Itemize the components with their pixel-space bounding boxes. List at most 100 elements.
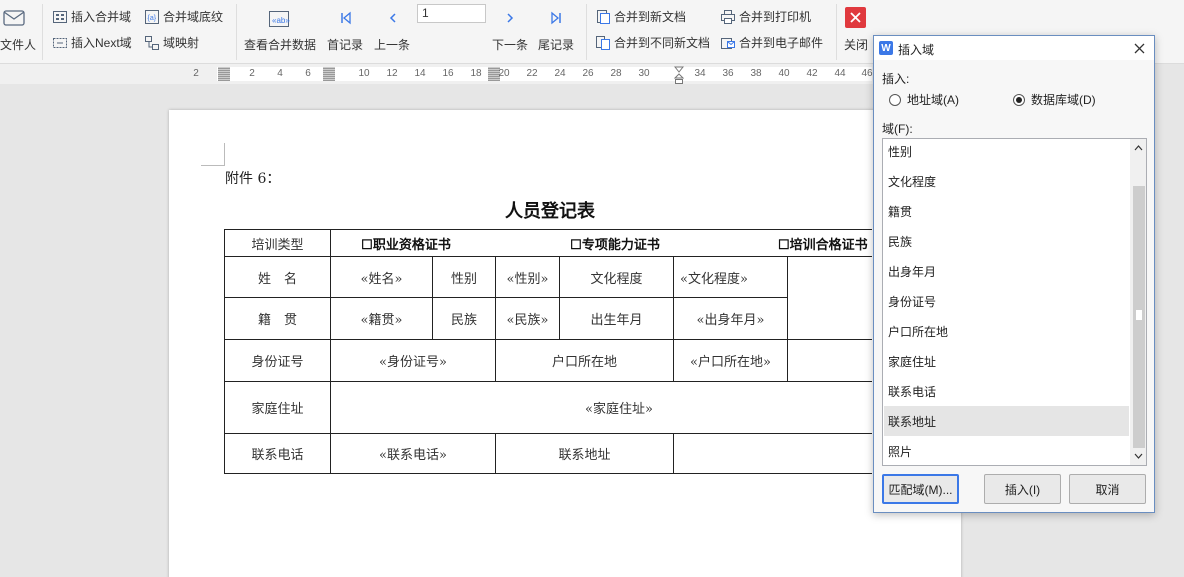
crop-mark [224, 143, 225, 166]
radio-dot [889, 93, 901, 106]
dialog-close-button[interactable] [1129, 38, 1149, 58]
ruler-tick: 40 [778, 68, 790, 79]
training-type-label: 培训类型 [251, 237, 304, 253]
dialog-titlebar[interactable]: W 插入域 [874, 36, 1154, 60]
field-item[interactable]: 身份证号 [884, 286, 1129, 316]
prev-record-icon[interactable] [385, 10, 401, 26]
view-merged-data-button[interactable]: 查看合并数据 [244, 36, 316, 53]
merge-to-email-button[interactable]: 合并到电子邮件 [720, 34, 823, 51]
field-item[interactable]: 出身年月 [884, 256, 1129, 286]
match-fields-button[interactable]: 匹配域(M)... [882, 474, 959, 504]
ruler-tick: 18 [470, 68, 482, 79]
database-field-radio[interactable]: 数据库域(D) [1013, 91, 1096, 108]
scroll-down-icon[interactable] [1130, 448, 1146, 464]
gender-merge-field[interactable]: «性别» [496, 257, 559, 297]
svg-text:«ab»: «ab» [272, 16, 290, 25]
address-field-radio[interactable]: 地址域(A) [889, 91, 959, 108]
field-item[interactable]: 性别 [884, 139, 1129, 166]
education-label: 文化程度 [590, 271, 643, 287]
insert-merge-field-button[interactable]: 插入合并域 [52, 8, 131, 25]
wps-writer-icon: W [879, 41, 893, 55]
training-cert-option[interactable]: ☐培训合格证书 [778, 230, 872, 256]
native-place-merge-field[interactable]: «籍贯» [331, 298, 432, 339]
ruler-indent-marker[interactable] [673, 66, 685, 84]
field-item[interactable]: 籍贯 [884, 196, 1129, 226]
diff-docs-icon [596, 35, 610, 50]
last-record-icon[interactable] [548, 10, 564, 26]
phone-label: 联系电话 [251, 448, 304, 463]
ruler-margin-marker[interactable] [218, 67, 230, 81]
insert-button[interactable]: 插入(I) [984, 474, 1061, 504]
merge-field-shading-label: 合并域底纹 [163, 10, 224, 24]
ruler-tick: 44 [834, 68, 846, 79]
home-address-label: 家庭住址 [251, 402, 304, 417]
field-mapping-button[interactable]: 域映射 [144, 34, 199, 51]
name-label: 姓 名 [257, 271, 297, 287]
cancel-button[interactable]: 取消 [1069, 474, 1146, 504]
field-item[interactable]: 文化程度 [884, 166, 1129, 196]
insert-field-dialog: W 插入域 插入: 地址域(A) 数据库域(D) 域(F): 性别 文化程度 籍… [873, 35, 1155, 513]
hukou-merge-field[interactable]: «户口所在地» [674, 340, 787, 381]
merge-to-new-doc-label: 合并到新文档 [614, 10, 687, 24]
next-record-icon[interactable] [502, 10, 518, 26]
birth-date-merge-field[interactable]: «出身年月» [674, 298, 787, 339]
merge-to-new-doc-button[interactable]: 合并到新文档 [595, 8, 686, 25]
field-listbox[interactable]: 性别 文化程度 籍贯 民族 出身年月 身份证号 户口所在地 家庭住址 联系电话 … [882, 138, 1147, 466]
close-icon[interactable] [845, 7, 866, 28]
insert-merge-field-label: 插入合并域 [71, 10, 132, 24]
close-button[interactable]: 关闭 [844, 36, 868, 53]
scroll-thumb[interactable] [1133, 186, 1145, 448]
ruler-tick: 46 [861, 68, 873, 79]
field-item[interactable]: 户口所在地 [884, 316, 1129, 346]
recipient-button[interactable]: 文件人 [0, 36, 36, 53]
field-item[interactable]: 家庭住址 [884, 346, 1129, 376]
id-number-merge-field[interactable]: «身份证号» [331, 340, 495, 381]
view-merged-data-icon[interactable]: «ab» [268, 8, 290, 30]
last-record-button[interactable]: 尾记录 [538, 36, 574, 53]
ethnicity-label: 民族 [450, 313, 477, 328]
field-item[interactable]: 民族 [884, 226, 1129, 256]
record-number-input[interactable]: 1 [417, 4, 486, 23]
hukou-label: 户口所在地 [551, 355, 617, 370]
merge-to-printer-button[interactable]: 合并到打印机 [720, 8, 811, 25]
birth-date-label: 出生年月 [590, 313, 643, 328]
insert-next-field-button[interactable]: 插入Next域 [52, 34, 132, 51]
phone-merge-field[interactable]: «联系电话» [331, 434, 495, 473]
fields-label: 域(F): [882, 122, 913, 136]
merge-to-email-label: 合并到电子邮件 [739, 36, 824, 50]
vocational-cert-option[interactable]: ☐职业资格证书 [331, 230, 481, 256]
field-item-selected[interactable]: 联系地址 [884, 406, 1129, 436]
ruler-tick: 14 [414, 68, 426, 79]
crop-mark [201, 165, 225, 166]
ruler-column-marker[interactable] [323, 67, 335, 81]
first-record-button[interactable]: 首记录 [327, 36, 363, 53]
ruler-tick: 20 [498, 68, 510, 79]
field-item[interactable]: 照片 [884, 436, 1129, 465]
database-field-radio-label: 数据库域(D) [1031, 93, 1096, 107]
scroll-up-icon[interactable] [1130, 140, 1146, 156]
merge-field-shading-button[interactable]: {a} 合并域底纹 [144, 8, 223, 25]
merge-to-diff-docs-button[interactable]: 合并到不同新文档 [595, 34, 710, 51]
field-item[interactable]: 联系电话 [884, 376, 1129, 406]
ruler-tick: 2 [193, 68, 199, 79]
scroll-thumb-grip [1136, 310, 1142, 320]
dialog-title: 插入域 [898, 43, 935, 57]
education-merge-field[interactable]: «文化程度» [674, 257, 787, 297]
first-record-icon[interactable] [338, 10, 354, 26]
home-address-merge-field[interactable]: «家庭住址» [331, 382, 911, 433]
radio-dot-selected [1013, 93, 1025, 106]
prev-record-button[interactable]: 上一条 [374, 36, 410, 53]
shading-icon: {a} [145, 9, 159, 24]
ruler-tick: 28 [610, 68, 622, 79]
divider [236, 4, 237, 60]
special-ability-cert-option[interactable]: ☐专项能力证书 [540, 230, 690, 256]
email-icon [721, 37, 735, 49]
horizontal-ruler[interactable]: 2 2 4 6 10 12 14 16 18 20 22 24 26 28 30… [0, 64, 880, 84]
ethnicity-merge-field[interactable]: «民族» [496, 298, 559, 339]
insert-label: 插入: [882, 72, 910, 86]
next-record-button[interactable]: 下一条 [492, 36, 528, 53]
recipient-icon[interactable] [2, 6, 26, 30]
name-merge-field[interactable]: «姓名» [331, 257, 432, 297]
field-list-scrollbar[interactable] [1130, 139, 1146, 465]
address-field-radio-label: 地址域(A) [907, 93, 959, 107]
